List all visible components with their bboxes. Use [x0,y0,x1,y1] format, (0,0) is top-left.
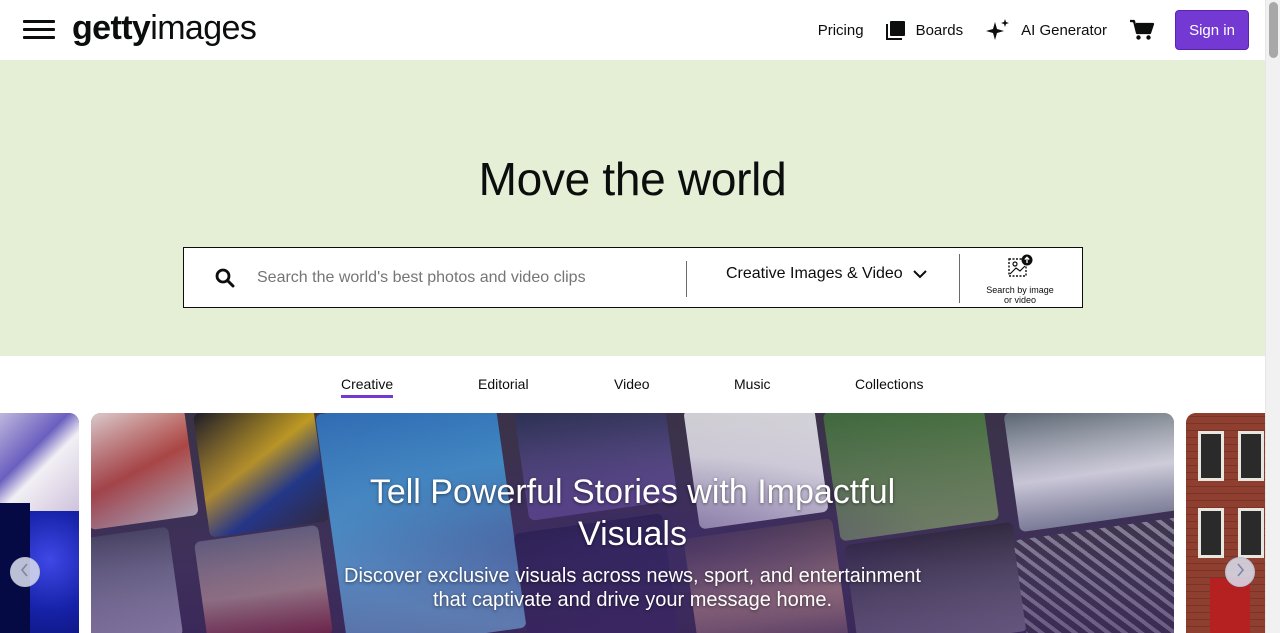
search-divider [686,261,687,297]
page-scrollbar[interactable] [1265,0,1280,633]
scrollbar-thumb[interactable] [1269,2,1278,58]
pricing-link[interactable]: Pricing [818,22,864,39]
ai-generator-link[interactable]: AI Generator [985,18,1107,42]
content-type-tabs: Creative Editorial Video Music Collectio… [0,356,1265,413]
tab-collections[interactable]: Collections [855,376,923,395]
carousel-slide-previous[interactable] [0,413,79,633]
carousel-slide-next[interactable] [1186,413,1265,633]
search-by-image-label-1: Search by image [986,285,1054,295]
boards-link[interactable]: Boards [885,20,964,40]
chevron-right-icon [1235,562,1245,582]
ai-generator-label: AI Generator [1021,21,1107,39]
carousel-slide-current[interactable]: Tell Powerful Stories with Impactful Vis… [91,413,1174,633]
tab-editorial[interactable]: Editorial [478,376,529,395]
search-type-dropdown[interactable]: Creative Images & Video [726,265,927,283]
chevron-down-icon [912,269,927,279]
search-input[interactable] [257,260,677,296]
site-header: gettyimages Pricing Boards AI Generator [0,0,1265,60]
header-nav: Pricing Boards AI Generator Sign in [818,10,1249,50]
image-upload-icon [981,254,1059,283]
search-bar: Creative Images & Video Search by image … [183,247,1083,308]
tab-music[interactable]: Music [734,376,771,395]
carousel-next-button[interactable] [1225,557,1255,587]
tab-video[interactable]: Video [614,376,650,395]
boards-icon [885,20,906,40]
hamburger-menu-icon[interactable] [23,18,55,42]
search-type-label: Creative Images & Video [726,265,903,282]
search-divider-2 [959,254,960,303]
cart-icon[interactable] [1129,19,1155,41]
tab-creative[interactable]: Creative [341,376,394,398]
search-by-image-label-2: or video [1003,295,1037,305]
search-by-image-button[interactable]: Search by image or video [981,254,1059,305]
carousel-title: Tell Powerful Stories with Impactful Vis… [369,473,896,553]
getty-images-logo[interactable]: gettyimages [72,8,257,48]
hero-title: Move the world [478,153,787,205]
hero-carousel: Tell Powerful Stories with Impactful Vis… [0,413,1265,633]
carousel-subtitle: Discover exclusive visuals across news, … [344,565,921,611]
sparkle-icon [985,18,1011,42]
search-icon[interactable] [215,268,235,293]
sign-in-button[interactable]: Sign in [1175,10,1249,50]
boards-label: Boards [915,21,964,39]
hero-section: Move the world Creative Images & Video [0,60,1265,356]
carousel-prev-button[interactable] [10,557,40,587]
pricing-label: Pricing [817,21,864,39]
chevron-left-icon [20,562,30,582]
